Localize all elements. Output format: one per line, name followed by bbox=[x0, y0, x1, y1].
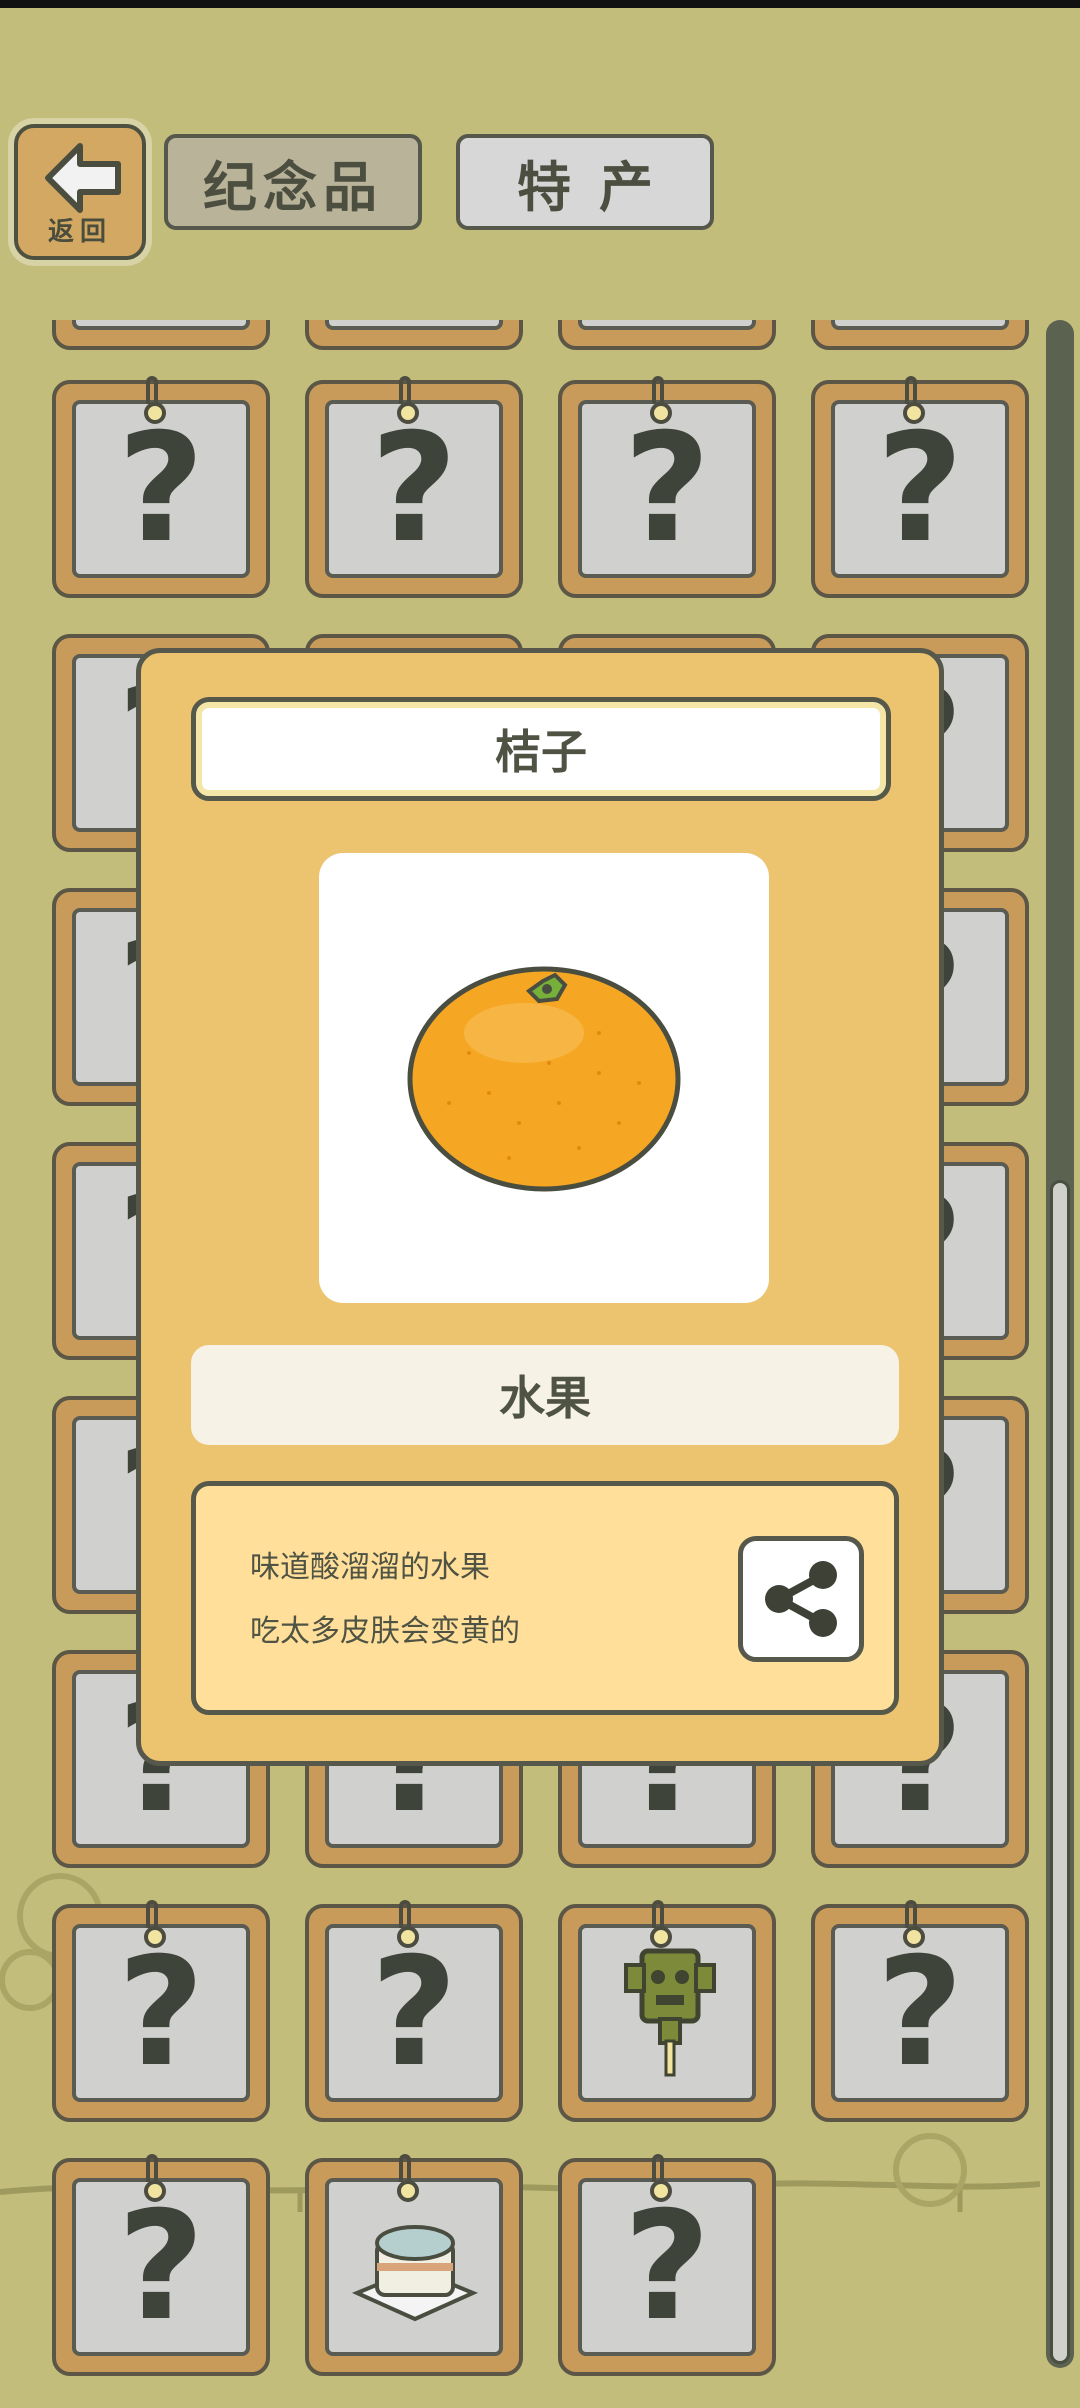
hook-ring-icon bbox=[903, 402, 925, 424]
description-line-1: 味道酸溜溜的水果 bbox=[250, 1550, 490, 1585]
hook-ring-icon bbox=[650, 2180, 672, 2202]
back-button[interactable]: 返回 bbox=[14, 124, 146, 260]
unknown-slot: ? bbox=[831, 320, 1009, 330]
orange-icon bbox=[407, 966, 681, 1192]
collection-slot[interactable]: ? bbox=[52, 376, 270, 598]
hook-ring-icon bbox=[144, 2180, 166, 2202]
status-bar bbox=[0, 0, 1080, 8]
hook-icon bbox=[146, 376, 158, 404]
item-detail-modal: 桔子 水果 味道酸溜溜的水果 吃太多皮肤会变黄的 bbox=[136, 648, 944, 1766]
totem-item-slot bbox=[578, 1924, 756, 2102]
collection-slot[interactable]: ? bbox=[305, 376, 523, 598]
hook-ring-icon bbox=[650, 402, 672, 424]
tab-specialty[interactable]: 特产 bbox=[456, 134, 714, 230]
unknown-slot: ? bbox=[578, 2178, 756, 2356]
back-arrow-icon bbox=[45, 143, 121, 213]
hook-icon bbox=[652, 376, 664, 404]
item-category: 水果 bbox=[191, 1345, 899, 1445]
collection-slot[interactable] bbox=[558, 1900, 776, 2122]
unknown-slot: ? bbox=[72, 320, 250, 330]
unknown-slot: ? bbox=[325, 320, 503, 330]
unknown-slot: ? bbox=[578, 400, 756, 578]
hook-icon bbox=[146, 2154, 158, 2182]
collection-slot[interactable]: ? bbox=[305, 1900, 523, 2122]
collection-slot[interactable]: ? bbox=[305, 320, 523, 350]
back-label: 返回 bbox=[47, 217, 112, 247]
item-name: 桔子 bbox=[191, 697, 891, 801]
tab-souvenir[interactable]: 纪念品 bbox=[164, 134, 422, 230]
hook-ring-icon bbox=[397, 1926, 419, 1948]
scrollbar-thumb[interactable] bbox=[1050, 1180, 1070, 2364]
collection-slot[interactable]: ? bbox=[558, 320, 776, 350]
hook-ring-icon bbox=[650, 1926, 672, 1948]
hook-icon bbox=[905, 1900, 917, 1928]
item-image-panel bbox=[319, 853, 769, 1303]
collection-slot[interactable] bbox=[305, 2154, 523, 2376]
unknown-slot: ? bbox=[325, 1924, 503, 2102]
hook-ring-icon bbox=[144, 402, 166, 424]
hook-icon bbox=[652, 1900, 664, 1928]
description-line-2: 吃太多皮肤会变黄的 bbox=[250, 1614, 520, 1649]
unknown-slot: ? bbox=[325, 400, 503, 578]
collection-slot[interactable]: ? bbox=[811, 376, 1029, 598]
hook-icon bbox=[652, 2154, 664, 2182]
collection-slot[interactable]: ? bbox=[811, 320, 1029, 350]
share-button[interactable] bbox=[738, 1536, 864, 1662]
cake-icon bbox=[351, 2225, 479, 2322]
unknown-slot: ? bbox=[72, 400, 250, 578]
collection-slot[interactable]: ? bbox=[52, 320, 270, 350]
hook-ring-icon bbox=[397, 402, 419, 424]
collection-slot[interactable]: ? bbox=[558, 376, 776, 598]
unknown-slot: ? bbox=[578, 320, 756, 330]
hook-icon bbox=[146, 1900, 158, 1928]
collection-slot[interactable]: ? bbox=[558, 2154, 776, 2376]
collection-slot[interactable]: ? bbox=[52, 2154, 270, 2376]
collection-slot[interactable]: ? bbox=[811, 1900, 1029, 2122]
hook-ring-icon bbox=[903, 1926, 925, 1948]
hook-ring-icon bbox=[397, 2180, 419, 2202]
totem-icon bbox=[624, 1948, 716, 2077]
hook-icon bbox=[399, 376, 411, 404]
hook-icon bbox=[399, 2154, 411, 2182]
unknown-slot: ? bbox=[72, 2178, 250, 2356]
hook-ring-icon bbox=[144, 1926, 166, 1948]
item-description: 味道酸溜溜的水果 吃太多皮肤会变黄的 bbox=[191, 1481, 899, 1715]
hook-icon bbox=[905, 376, 917, 404]
share-icon bbox=[765, 1561, 837, 1637]
hook-icon bbox=[399, 1900, 411, 1928]
unknown-slot: ? bbox=[831, 1924, 1009, 2102]
unknown-slot: ? bbox=[831, 400, 1009, 578]
cake-item-slot bbox=[325, 2178, 503, 2356]
unknown-slot: ? bbox=[72, 1924, 250, 2102]
collection-slot[interactable]: ? bbox=[52, 1900, 270, 2122]
